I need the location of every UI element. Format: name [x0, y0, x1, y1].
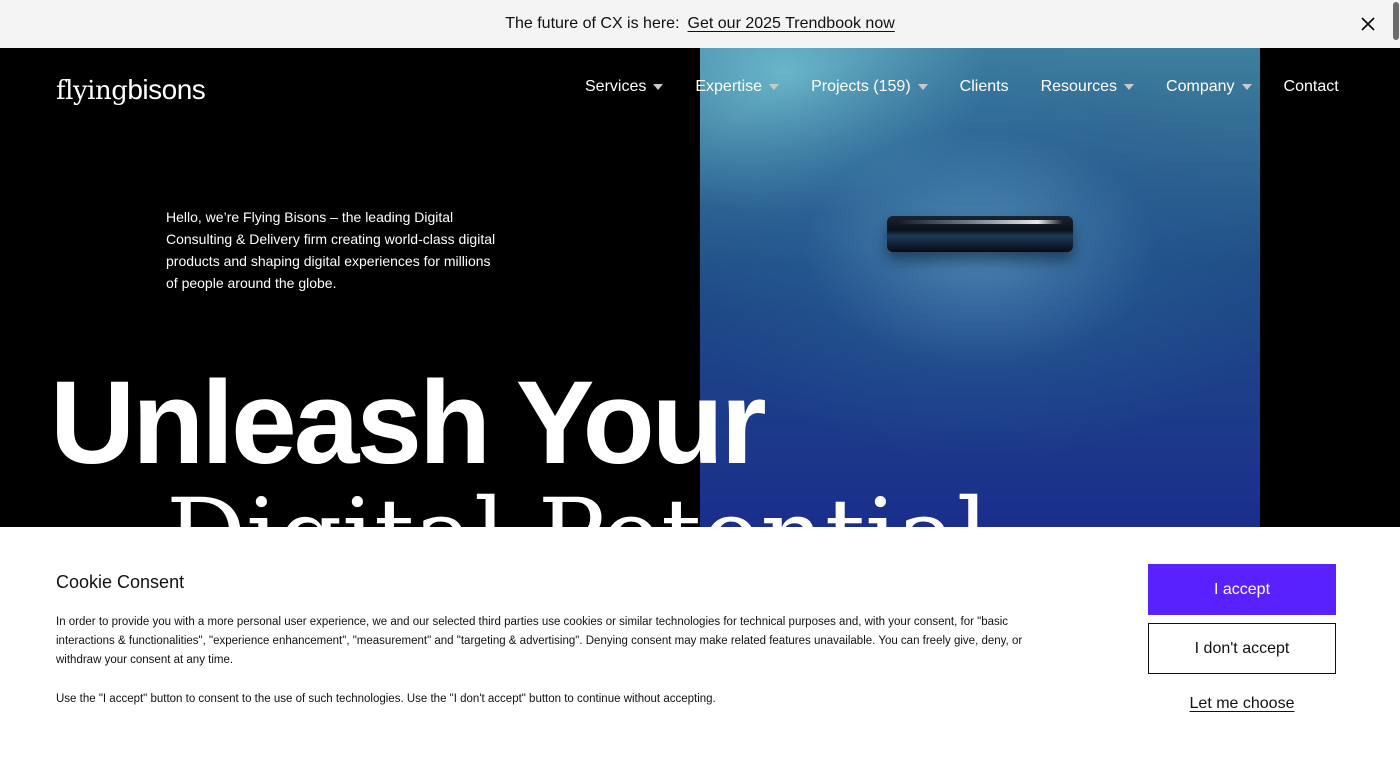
nav-item-expertise[interactable]: Expertise [695, 78, 780, 96]
nav-label: Services [585, 78, 647, 95]
close-icon[interactable] [1358, 14, 1378, 34]
caret-down-icon [1124, 84, 1135, 90]
cookie-note: Use the "I accept" button to consent to … [56, 693, 716, 705]
cookie-consent-banner: Cookie Consent In order to provide you w… [0, 527, 1400, 761]
announcement-bar: The future of CX is here: Get our 2025 T… [0, 0, 1400, 48]
nav-item-contact[interactable]: Contact [1284, 78, 1339, 96]
nav-label: Contact [1283, 78, 1339, 95]
hero-headline: Unleash Your [50, 357, 767, 489]
floating-ring-image [887, 216, 1073, 252]
site-logo[interactable]: flying bisons [56, 74, 206, 106]
caret-down-icon [1241, 84, 1252, 90]
let-me-choose-link[interactable]: Let me choose [1148, 695, 1336, 713]
announcement-text: The future of CX is here: [505, 15, 680, 32]
accept-button[interactable]: I accept [1148, 564, 1336, 615]
caret-down-icon [769, 84, 780, 90]
hero-intro: Hello, we’re Flying Bisons – the leading… [166, 209, 496, 291]
logo-part-flying: flying [56, 76, 128, 106]
nav-item-clients[interactable]: Clients [960, 78, 1009, 96]
cookie-body: In order to provide you with a more pers… [56, 616, 1023, 666]
trendbook-link[interactable]: Get our 2025 Trendbook now [688, 15, 895, 33]
nav-item-company[interactable]: Company [1166, 78, 1252, 96]
scrollbar-thumb[interactable] [1393, 2, 1399, 40]
nav-label: Clients [959, 78, 1009, 95]
nav-label: Company [1166, 78, 1235, 95]
caret-down-icon [917, 84, 928, 90]
main-nav: Services Expertise Projects (159) Client… [585, 78, 1339, 96]
nav-item-projects[interactable]: Projects (159) [811, 78, 928, 96]
decline-button[interactable]: I don't accept [1148, 623, 1336, 674]
nav-item-services[interactable]: Services [585, 78, 664, 96]
nav-item-resources[interactable]: Resources [1040, 78, 1135, 96]
nav-label: Projects (159) [811, 78, 911, 95]
nav-label: Expertise [695, 78, 763, 95]
hero-video [700, 48, 1260, 528]
cookie-title: Cookie Consent [56, 572, 185, 592]
caret-down-icon [653, 84, 664, 90]
nav-label: Resources [1040, 78, 1118, 95]
logo-part-bisons: bisons [127, 74, 206, 105]
